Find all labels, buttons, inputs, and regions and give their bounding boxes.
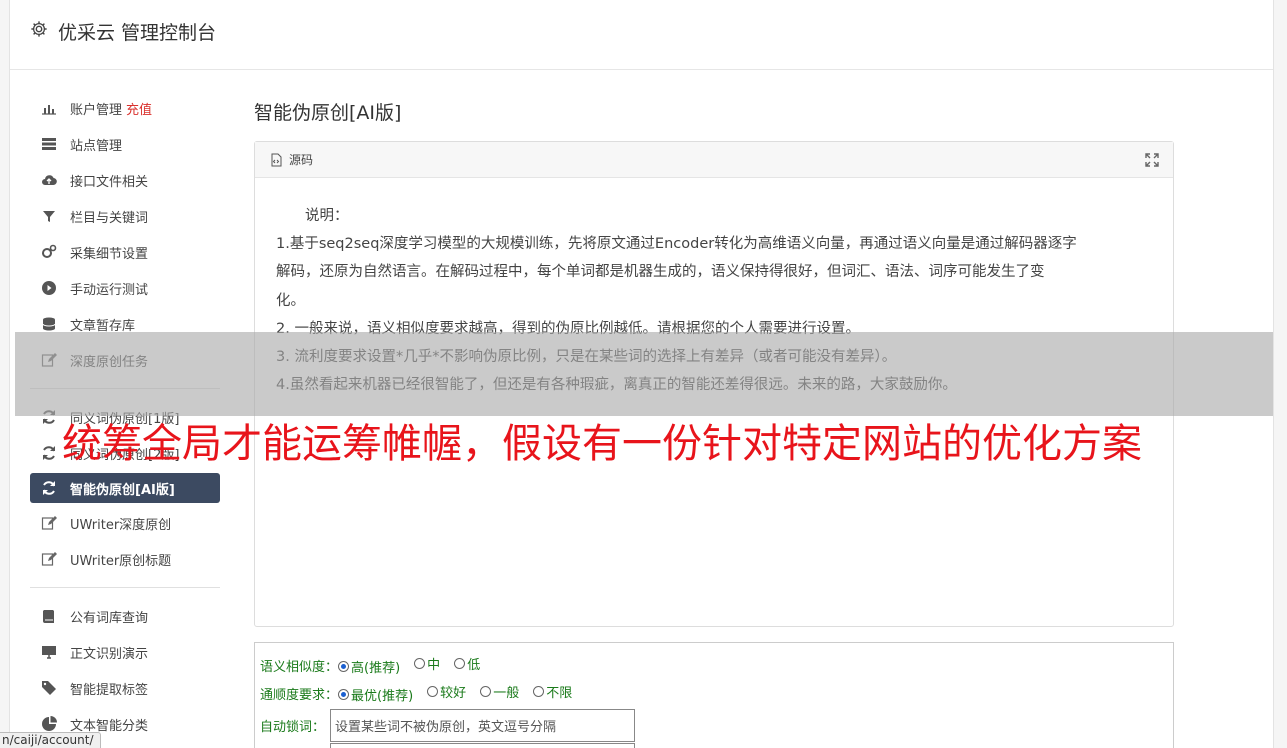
sidebar-item-label: 站点管理 [70, 138, 123, 154]
radio-label: 低 [467, 658, 481, 673]
sidebar-item[interactable]: 公有词库查询 [30, 598, 220, 634]
top-header: 优采云 管理控制台 [10, 0, 1273, 70]
radio-label: 较好 [440, 686, 467, 701]
radio-label: 不限 [546, 686, 573, 701]
radio-button[interactable] [338, 689, 350, 700]
refresh-icon [40, 479, 58, 497]
sidebar-divider [30, 587, 220, 588]
radio-option[interactable]: 较好 [427, 682, 466, 701]
radio-button[interactable] [427, 686, 439, 697]
panel-header: 源码 [255, 142, 1173, 178]
lock-words-input[interactable]: 设置某些词不被伪原创，英文逗号分隔 [330, 708, 635, 742]
fluency-row: 通顺度要求： 最优(推荐) 较好 一般 不限 [260, 679, 1168, 707]
radio-button[interactable] [338, 661, 350, 672]
server-icon [40, 135, 58, 153]
lock-row: 自动锁词： 设置某些词不被伪原创，英文逗号分隔 [260, 707, 1168, 743]
panel-header-label: 源码 [289, 153, 314, 167]
sidebar-item-label: 智能伪原创[AI版] [70, 482, 175, 498]
fluency-label: 通顺度要求： [260, 687, 339, 703]
radio-option[interactable]: 中 [414, 654, 440, 673]
fullscreen-icon[interactable] [1145, 153, 1159, 167]
sidebar-item[interactable]: 采集细节设置 [30, 234, 220, 270]
sidebar-item[interactable]: UWriter原创标题 [30, 541, 220, 577]
source-text-line: 解码，还原为自然语言。在解码过程中，每个单词都是机器生成的，语义保持得很好，但词… [276, 264, 1045, 281]
sidebar-item-label: 公有词库查询 [70, 610, 149, 626]
main-content: 智能伪原创[AI版] [254, 98, 1174, 125]
sidebar-item[interactable]: 账户管理 充值 [30, 90, 220, 126]
radio-label: 一般 [493, 686, 520, 701]
monitor-icon [40, 643, 58, 661]
sidebar-item-label: 接口文件相关 [70, 174, 149, 190]
radio-option[interactable]: 低 [454, 654, 480, 673]
overlay-caption: 统筹全局才能运筹帷幄，假设有一份针对特定网站的优化方案 [62, 421, 1142, 467]
gears-icon [40, 243, 58, 261]
radio-label: 高(推荐) [351, 661, 401, 676]
lock-label: 自动锁词： [260, 719, 326, 735]
book-icon [40, 607, 58, 625]
sidebar-item-label: 栏目与关键词 [70, 210, 149, 226]
edit-icon [40, 514, 58, 532]
radio-button[interactable] [454, 658, 466, 669]
filter-icon [40, 207, 58, 225]
cloud-upload-icon [40, 171, 58, 189]
sidebar-item-label: 文章暂存库 [70, 318, 136, 334]
sidebar-item[interactable]: 手动运行测试 [30, 270, 220, 306]
gear-icon [30, 20, 48, 38]
radio-option[interactable]: 一般 [480, 682, 519, 701]
gray-overlay-band [15, 332, 1273, 416]
radio-option[interactable]: 不限 [533, 682, 572, 701]
bar-chart-icon [40, 99, 58, 117]
sidebar-item-label: 手动运行测试 [70, 282, 149, 298]
edit-icon [40, 550, 58, 568]
similarity-row: 语义相似度： 高(推荐) 中 低 [260, 651, 1168, 679]
radio-button[interactable] [533, 686, 545, 697]
settings-form: 语义相似度： 高(推荐) 中 低 通顺度要求： 最优(推荐) 较好 一般 不限 自动锁词：… [254, 642, 1174, 748]
source-text-line: 化。 [276, 292, 305, 309]
radio-label: 中 [427, 658, 441, 673]
sidebar-item[interactable]: 正文识别演示 [30, 634, 220, 670]
sidebar-item[interactable]: 智能提取标签 [30, 670, 220, 706]
similarity-label: 语义相似度： [260, 659, 339, 675]
page-title: 智能伪原创[AI版] [254, 102, 402, 124]
play-circle-icon [40, 279, 58, 297]
recharge-link[interactable]: 充值 [126, 99, 152, 118]
sidebar-item-label: 智能提取标签 [70, 682, 149, 698]
sidebar-item[interactable]: 智能伪原创[AI版] [30, 473, 220, 503]
second-input[interactable] [330, 743, 635, 748]
sidebar-item[interactable]: 站点管理 [30, 126, 220, 162]
database-icon [40, 315, 58, 333]
status-bar-url: n/caiji/account/ [0, 732, 101, 748]
sidebar-item-label: UWriter深度原创 [70, 517, 172, 533]
tag-icon [40, 679, 58, 697]
refresh-icon [40, 444, 58, 462]
sidebar-item-label: 文本智能分类 [70, 718, 149, 734]
file-code-icon [269, 153, 283, 167]
radio-option[interactable]: 最优(推荐) [338, 685, 413, 704]
sidebar-item[interactable]: UWriter深度原创 [30, 505, 220, 541]
sidebar-item[interactable]: 栏目与关键词 [30, 198, 220, 234]
sidebar-item-label: 采集细节设置 [70, 246, 149, 262]
source-text-line: 说明： [276, 208, 349, 224]
radio-button[interactable] [414, 658, 426, 669]
sidebar-item[interactable]: 接口文件相关 [30, 162, 220, 198]
radio-label: 最优(推荐) [351, 689, 414, 704]
pie-chart-icon [40, 715, 58, 733]
sidebar-item-label: 账户管理 [70, 102, 123, 118]
app-title: 优采云 管理控制台 [58, 22, 217, 44]
source-text-line: 1.基于seq2seq深度学习模型的大规模训练，先将原文通过Encoder转化为… [276, 236, 1077, 253]
radio-button[interactable] [480, 686, 492, 697]
sidebar-item-label: 正文识别演示 [70, 646, 149, 662]
sidebar-item-label: UWriter原创标题 [70, 553, 172, 569]
radio-option[interactable]: 高(推荐) [338, 657, 400, 676]
